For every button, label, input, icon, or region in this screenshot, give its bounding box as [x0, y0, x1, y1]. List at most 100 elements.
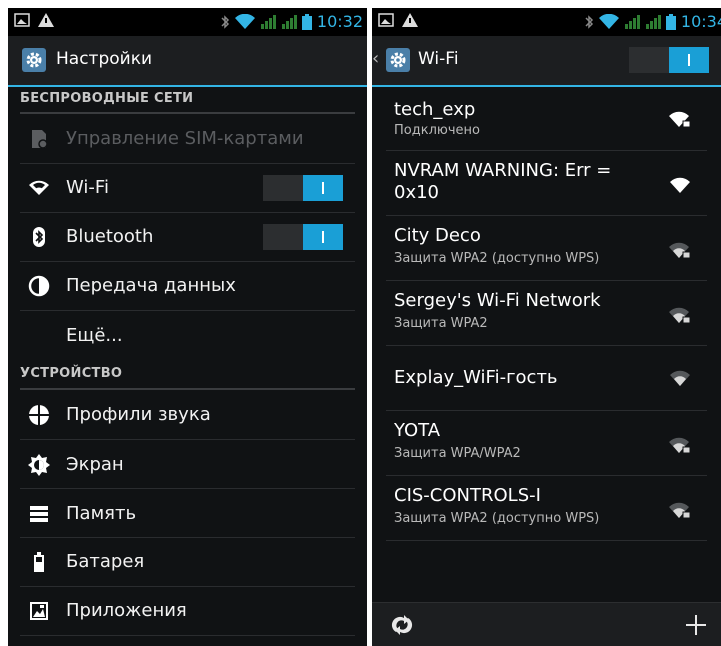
toggle-knob	[303, 224, 343, 250]
wifi-network-item[interactable]: YOTA Защита WPA/WPA2	[372, 412, 721, 476]
network-name: Explay_WiFi-гость	[394, 367, 558, 388]
battery-status-icon	[665, 13, 676, 30]
wifi-network-item[interactable]: Sergey's Wi-Fi Network Защита WPA2	[372, 282, 721, 346]
wifi-signal-weak-locked-icon	[669, 242, 691, 259]
scan-refresh-icon[interactable]	[390, 614, 414, 636]
settings-item-label: Батарея	[66, 551, 145, 572]
screenshot-icon	[14, 13, 30, 27]
wifi-toggle[interactable]	[263, 175, 343, 201]
bluetooth-status-icon	[221, 14, 229, 29]
network-name: Sergey's Wi-Fi Network	[394, 290, 601, 311]
screenshot-icon	[378, 13, 394, 27]
status-time: 10:32	[316, 12, 363, 31]
settings-screen: 10:32 Настройки БЕСПРОВОДНЫЕ СЕТИ Управл…	[8, 8, 367, 646]
action-bar: ‹ Wi-Fi	[372, 36, 721, 87]
wifi-network-item[interactable]: CIS-CONTROLS-I Защита WPA2 (доступно WPS…	[372, 477, 721, 541]
network-name: tech_exp	[394, 99, 476, 120]
toggle-knob	[669, 47, 709, 73]
network-name: CIS-CONTROLS-I	[394, 485, 541, 506]
network-name: NVRAM WARNING: Err = 0x10	[394, 160, 612, 203]
wifi-icon	[29, 180, 49, 195]
section-header-wireless: БЕСПРОВОДНЫЕ СЕТИ	[20, 91, 194, 106]
wifi-signal-weak-locked-icon	[669, 502, 691, 519]
warning-icon	[402, 13, 418, 27]
settings-item-sim: Управление SIM-картами	[8, 114, 367, 163]
settings-item-battery[interactable]: Батарея	[8, 538, 367, 587]
battery-icon	[34, 552, 44, 572]
back-chevron-icon[interactable]: ‹	[372, 48, 379, 69]
settings-item-display[interactable]: Экран	[8, 440, 367, 489]
data-usage-icon	[28, 275, 50, 297]
wifi-network-item[interactable]: tech_exp Подключено	[372, 87, 721, 151]
settings-item-label: Профили звука	[66, 404, 211, 425]
row-divider	[386, 410, 707, 411]
wifi-status-icon	[234, 13, 255, 29]
settings-item-label: Экран	[66, 454, 124, 475]
row-divider	[20, 635, 355, 636]
settings-item-label: Передача данных	[66, 275, 236, 296]
wifi-master-toggle[interactable]	[629, 47, 709, 73]
toggle-knob	[303, 175, 343, 201]
row-divider	[386, 345, 707, 346]
row-divider	[386, 150, 707, 151]
display-brightness-icon	[28, 454, 50, 476]
wifi-signal-weak-locked-icon	[669, 307, 691, 324]
network-name: City Deco	[394, 225, 481, 246]
row-divider	[386, 215, 707, 216]
wifi-signal-strong-icon	[670, 177, 690, 193]
settings-item-more[interactable]: Ещё...	[8, 311, 367, 360]
status-bar: 10:32	[8, 8, 367, 36]
network-status: Защита WPA2 (доступно WPS)	[394, 511, 600, 526]
network-status: Защита WPA2 (доступно WPS)	[394, 251, 600, 266]
settings-item-label: Ещё...	[66, 325, 123, 346]
row-divider	[386, 540, 707, 541]
signal-sim2-icon	[645, 14, 661, 29]
network-name: YOTA	[394, 420, 441, 441]
signal-sim1-icon	[260, 14, 276, 29]
sound-profiles-icon	[29, 405, 49, 425]
wifi-status-icon	[598, 13, 619, 29]
bottom-action-bar	[372, 602, 721, 646]
apps-icon	[30, 602, 48, 620]
settings-item-bluetooth[interactable]: Bluetooth	[8, 213, 367, 262]
signal-sim1-icon	[624, 14, 640, 29]
signal-sim2-icon	[281, 14, 297, 29]
wifi-network-item[interactable]: City Deco Защита WPA2 (доступно WPS)	[372, 217, 721, 281]
settings-item-sound-profiles[interactable]: Профили звука	[8, 390, 367, 439]
settings-item-label: Wi-Fi	[66, 177, 109, 198]
settings-item-label: Управление SIM-картами	[66, 128, 304, 149]
status-bar: 10:34	[372, 8, 721, 36]
bluetooth-icon	[33, 227, 45, 247]
settings-item-data-usage[interactable]: Передача данных	[8, 262, 367, 311]
row-divider	[386, 280, 707, 281]
wifi-signal-weak-locked-icon	[669, 437, 691, 454]
action-bar: Настройки	[8, 36, 367, 87]
settings-item-label: Память	[66, 503, 137, 524]
add-network-icon[interactable]	[685, 614, 707, 636]
wifi-network-item[interactable]: Explay_WiFi-гость	[372, 347, 721, 411]
storage-icon	[30, 506, 48, 522]
bluetooth-status-icon	[585, 14, 593, 29]
settings-item-wifi[interactable]: Wi-Fi	[8, 164, 367, 213]
wifi-signal-weak-icon	[670, 370, 690, 386]
sim-card-icon	[32, 130, 48, 149]
page-title: Wi-Fi	[418, 49, 459, 69]
wifi-network-item[interactable]: NVRAM WARNING: Err = 0x10	[372, 152, 721, 216]
status-time: 10:34	[680, 12, 721, 31]
wifi-signal-strong-locked-icon	[669, 111, 691, 128]
page-title: Настройки	[56, 49, 153, 69]
settings-gear-icon	[22, 48, 46, 72]
network-status: Защита WPA2	[394, 316, 488, 331]
wifi-screen: 10:34 ‹ Wi-Fi tech_exp Подключено NVRAM …	[372, 8, 721, 646]
warning-icon	[38, 13, 54, 27]
settings-item-label: Приложения	[66, 600, 187, 621]
section-header-device: УСТРОЙСТВО	[20, 366, 123, 381]
network-status: Защита WPA/WPA2	[394, 446, 521, 461]
bluetooth-toggle[interactable]	[263, 224, 343, 250]
settings-item-storage[interactable]: Память	[8, 489, 367, 538]
settings-item-apps[interactable]: Приложения	[8, 587, 367, 636]
network-status: Подключено	[394, 123, 480, 138]
row-divider	[386, 475, 707, 476]
battery-status-icon	[301, 13, 312, 30]
settings-gear-icon[interactable]	[386, 48, 410, 72]
